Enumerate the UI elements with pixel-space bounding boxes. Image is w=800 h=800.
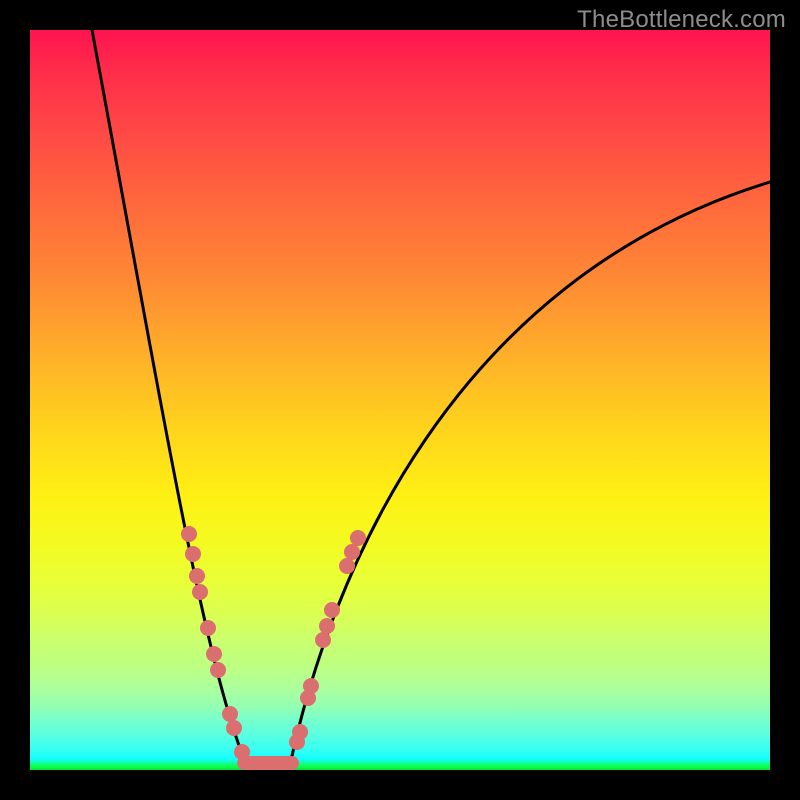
outer-frame: TheBottleneck.com xyxy=(0,0,800,800)
data-point xyxy=(319,618,335,634)
data-point xyxy=(192,584,208,600)
data-point xyxy=(292,724,308,740)
chart-overlay xyxy=(30,30,770,770)
data-point xyxy=(189,568,205,584)
data-point xyxy=(210,662,226,678)
data-point xyxy=(181,526,197,542)
data-point xyxy=(324,602,340,618)
data-point xyxy=(350,530,366,546)
data-point xyxy=(339,558,355,574)
data-point xyxy=(206,646,222,662)
data-point xyxy=(200,620,216,636)
data-point xyxy=(222,706,238,722)
data-point xyxy=(226,720,242,736)
data-point xyxy=(344,544,360,560)
curve-left-branch xyxy=(92,30,246,765)
data-point xyxy=(234,744,250,760)
curve-right-branch xyxy=(290,182,770,765)
watermark-text: TheBottleneck.com xyxy=(577,6,786,34)
data-point xyxy=(303,678,319,694)
data-point xyxy=(185,546,201,562)
data-point xyxy=(315,632,331,648)
